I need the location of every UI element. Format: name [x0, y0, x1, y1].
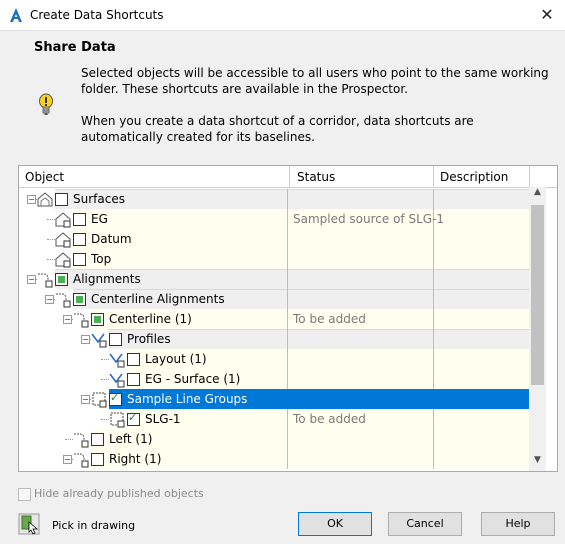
surface-group-icon: [37, 192, 53, 207]
tree-row[interactable]: − Alignments: [19, 269, 529, 289]
alignment-icon: [74, 433, 89, 448]
expand-collapse-icon[interactable]: −: [27, 195, 36, 204]
profile-icon: [109, 373, 125, 388]
share-checkbox[interactable]: [109, 333, 122, 346]
profile-icon: [109, 353, 125, 368]
expand-collapse-icon[interactable]: −: [81, 395, 90, 404]
tree-row[interactable]: EG - Surface (1): [19, 369, 529, 389]
expand-collapse-icon[interactable]: −: [63, 455, 72, 464]
tree-row[interactable]: SLG-1 To be added: [19, 409, 529, 429]
profile-group-icon: [91, 333, 107, 348]
row-label[interactable]: Datum: [91, 232, 132, 246]
share-checkbox[interactable]: [55, 193, 68, 206]
tree-row[interactable]: − Centerline Alignments: [19, 289, 529, 309]
share-checkbox[interactable]: [73, 293, 86, 306]
row-label[interactable]: Centerline Alignments: [91, 292, 225, 306]
tree-row[interactable]: Layout (1): [19, 349, 529, 369]
info-text-2: When you create a data shortcut of a cor…: [81, 114, 474, 144]
expand-collapse-icon[interactable]: −: [45, 295, 54, 304]
expand-collapse-icon[interactable]: −: [63, 315, 72, 324]
surface-icon: [55, 252, 71, 268]
col-object[interactable]: Object: [25, 170, 64, 184]
tree-row[interactable]: − Surfaces: [19, 189, 529, 209]
vertical-scrollbar[interactable]: ▲ ▼: [529, 187, 546, 471]
col-status[interactable]: Status: [297, 170, 335, 184]
lightbulb-icon: [39, 93, 53, 115]
scroll-thumb[interactable]: [531, 205, 544, 385]
cancel-button[interactable]: Cancel: [388, 512, 462, 536]
tree-row[interactable]: Datum: [19, 229, 529, 249]
share-checkbox[interactable]: [91, 433, 104, 446]
share-data-heading: Share Data: [34, 40, 116, 55]
share-checkbox[interactable]: [73, 253, 86, 266]
expand-collapse-icon[interactable]: −: [81, 335, 90, 344]
row-label[interactable]: Alignments: [73, 272, 141, 286]
surface-icon: [55, 232, 71, 248]
row-label[interactable]: Right (1): [109, 452, 161, 466]
scroll-down-arrow-icon[interactable]: ▼: [529, 455, 546, 471]
info-text-1: Selected objects will be accessible to a…: [81, 66, 549, 96]
help-button[interactable]: Help: [481, 512, 555, 536]
row-label[interactable]: EG: [91, 212, 108, 226]
row-label[interactable]: Centerline (1): [109, 312, 192, 326]
alignment-icon: [74, 453, 89, 468]
alignment-group-icon: [56, 293, 71, 308]
row-label[interactable]: Layout (1): [145, 352, 207, 366]
window-title: Create Data Shortcuts: [30, 8, 164, 22]
share-checkbox[interactable]: [91, 313, 104, 326]
expand-collapse-icon[interactable]: −: [27, 275, 36, 284]
sample-line-group-icon: [92, 392, 107, 408]
column-header: Object Status Description: [19, 166, 557, 188]
share-checkbox[interactable]: [127, 411, 140, 426]
tree-row[interactable]: − Sample Line Groups: [19, 389, 529, 409]
surface-icon: [55, 212, 71, 228]
tree-row[interactable]: − Right (1): [19, 449, 529, 469]
sample-line-icon: [110, 412, 125, 428]
row-label[interactable]: Sample Line Groups: [127, 392, 247, 406]
share-checkbox[interactable]: [109, 391, 122, 406]
alignment-icon: [74, 313, 89, 328]
alignment-group-icon: [38, 273, 53, 288]
pick-in-drawing-label[interactable]: Pick in drawing: [52, 519, 135, 532]
pick-in-drawing-icon[interactable]: [18, 513, 40, 535]
share-checkbox[interactable]: [127, 373, 140, 386]
autocad-logo-icon: [10, 8, 22, 22]
object-tree-table: Object Status Description − Surfaces EG Sam…: [18, 165, 558, 472]
share-checkbox[interactable]: [55, 273, 68, 286]
row-status: To be added: [293, 312, 366, 326]
row-label[interactable]: SLG-1: [145, 412, 181, 426]
scroll-up-arrow-icon[interactable]: ▲: [529, 187, 546, 203]
hide-published-label: Hide already published objects: [34, 487, 204, 500]
share-checkbox[interactable]: [127, 353, 140, 366]
row-label[interactable]: EG - Surface (1): [145, 372, 240, 386]
row-label[interactable]: Surfaces: [73, 192, 125, 206]
share-checkbox[interactable]: [73, 233, 86, 246]
hide-published-checkbox[interactable]: [18, 488, 31, 501]
row-status: Sampled source of SLG-1: [293, 212, 445, 226]
ok-button[interactable]: OK: [298, 512, 372, 536]
close-button[interactable]: ✕: [536, 5, 558, 25]
row-label[interactable]: Profiles: [127, 332, 171, 346]
share-checkbox[interactable]: [73, 213, 86, 226]
row-status: To be added: [293, 412, 366, 426]
tree-row[interactable]: − Profiles: [19, 329, 529, 349]
share-checkbox[interactable]: [91, 453, 104, 466]
tree-row[interactable]: Left (1): [19, 429, 529, 449]
tree-row[interactable]: Top: [19, 249, 529, 269]
tree-row[interactable]: EG Sampled source of SLG-1: [19, 209, 529, 229]
row-label[interactable]: Top: [91, 252, 111, 266]
col-description[interactable]: Description: [440, 170, 508, 184]
tree-row[interactable]: − Centerline (1) To be added: [19, 309, 529, 329]
row-label[interactable]: Left (1): [109, 432, 152, 446]
